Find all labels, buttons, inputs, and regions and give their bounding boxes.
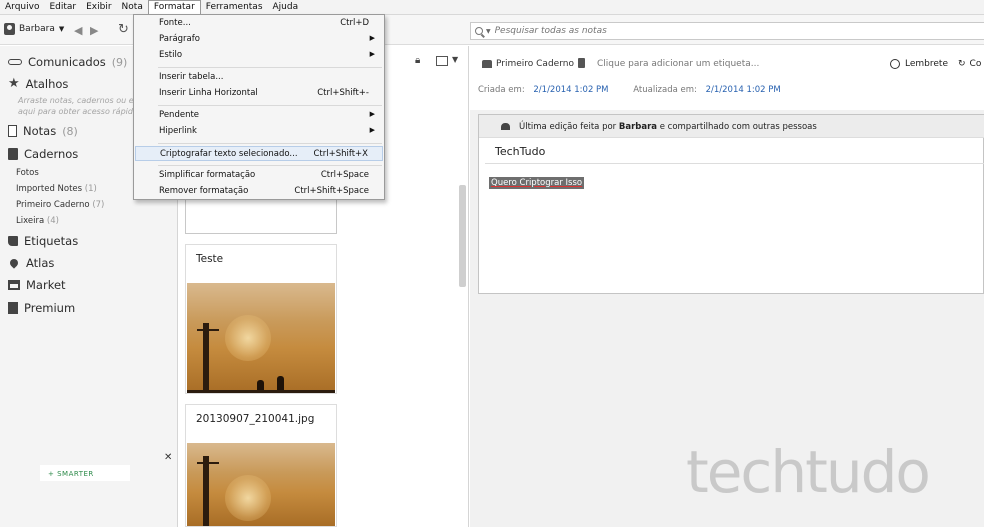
menu-item-simplificar[interactable]: Simplificar formatação Ctrl+Space — [135, 168, 383, 183]
shared-banner: Última edição feita por Barbara e compar… — [479, 115, 984, 138]
search-box[interactable]: ▼ — [470, 22, 984, 40]
sidebar-label: Comunicados — [28, 55, 106, 69]
watermark: techtudo — [686, 438, 931, 506]
sidebar-label: Notas — [23, 124, 57, 138]
market-icon — [8, 280, 20, 290]
menu-item-inserir-linha[interactable]: Inserir Linha Horizontal Ctrl+Shift+- — [135, 86, 383, 101]
sidebar-item-atlas[interactable]: Atlas — [8, 256, 54, 270]
divider — [485, 163, 984, 164]
sidebar-item-atalhos[interactable]: ★ Atalhos — [8, 77, 68, 91]
menu-arquivo[interactable]: Arquivo — [0, 0, 44, 14]
note-header: Primeiro Caderno ▼ Clique para adicionar… — [470, 46, 984, 110]
chevron-down-icon: ▼ — [58, 25, 65, 33]
ad-banner[interactable]: + SMARTER — [40, 465, 130, 481]
alarm-icon — [890, 59, 900, 69]
menu-bar: Arquivo Editar Exibir Nota Formatar Ferr… — [0, 0, 984, 15]
notebook-selector[interactable]: Primeiro Caderno ▼ — [482, 59, 583, 69]
search-icon — [475, 27, 483, 35]
menu-item-criptografar[interactable]: Criptografar texto selecionado... Ctrl+S… — [135, 146, 383, 161]
menu-item-estilo[interactable]: Estilo ▶ — [135, 48, 383, 63]
note-card[interactable]: 20130907_210041.jpg — [185, 404, 337, 527]
format-menu-dropdown: Fonte... Ctrl+D Parágrafo ▶ Estilo ▶ Ins… — [133, 14, 385, 200]
menu-item-fonte[interactable]: Fonte... Ctrl+D — [135, 16, 383, 31]
user-name: Barbara — [19, 24, 55, 34]
notebook-icon — [482, 60, 492, 68]
notebook-icon — [8, 148, 18, 160]
menu-formatar[interactable]: Formatar — [147, 0, 201, 14]
selected-text[interactable]: Quero Criptograr Isso — [489, 177, 585, 189]
notebook-item-fotos[interactable]: Fotos — [16, 168, 39, 178]
close-icon[interactable]: ✕ — [164, 452, 172, 463]
back-arrow-icon[interactable]: ◀ — [74, 24, 82, 37]
note-card-title: 20130907_210041.jpg — [196, 413, 315, 425]
share-icon: ↻ — [958, 59, 966, 69]
view-options-icon[interactable] — [436, 56, 448, 66]
sidebar-label: Atalhos — [25, 77, 69, 91]
menu-item-paragrafo[interactable]: Parágrafo ▶ — [135, 32, 383, 47]
menu-ferramentas[interactable]: Ferramentas — [201, 0, 268, 14]
map-pin-icon — [8, 257, 20, 269]
notebook-item-lixeira[interactable]: Lixeira (4) — [16, 216, 59, 226]
sidebar-item-market[interactable]: Market — [8, 278, 66, 292]
note-card[interactable]: Teste — [185, 244, 337, 394]
user-menu[interactable]: Barbara ▼ — [4, 23, 64, 35]
menu-separator — [158, 143, 382, 144]
menu-exibir[interactable]: Exibir — [81, 0, 116, 14]
menu-separator — [158, 105, 382, 106]
sidebar-count: (9) — [111, 55, 128, 69]
forward-arrow-icon[interactable]: ▶ — [90, 24, 98, 37]
note-title[interactable]: TechTudo — [495, 145, 545, 158]
star-icon: ★ — [8, 76, 20, 91]
sidebar-item-cadernos[interactable]: Cadernos — [8, 147, 78, 161]
notebook-item-primeiro-caderno[interactable]: Primeiro Caderno (7) — [16, 200, 104, 210]
menu-item-pendente[interactable]: Pendente ▶ — [135, 108, 383, 123]
sidebar-item-notas[interactable]: Notas (8) — [8, 124, 78, 138]
note-thumbnail — [187, 283, 335, 393]
user-icon — [4, 23, 15, 35]
reminder-button[interactable]: Lembrete — [890, 59, 948, 69]
sidebar-count: (8) — [62, 124, 78, 138]
menu-separator — [158, 67, 382, 68]
chevron-down-icon: ▼ — [486, 27, 491, 35]
tag-input[interactable]: Clique para adicionar um etiqueta... — [597, 59, 759, 69]
note-editor[interactable]: Última edição feita por Barbara e compar… — [478, 114, 984, 294]
lock-icon[interactable]: 🔒︎ — [415, 55, 420, 66]
menu-nota[interactable]: Nota — [117, 0, 148, 14]
notebook-item-imported-notes[interactable]: Imported Notes (1) — [16, 184, 97, 194]
premium-icon — [8, 302, 18, 314]
atalhos-hint: Arraste notas, cadernos ou etiq aqui par… — [18, 96, 145, 116]
sidebar-item-etiquetas[interactable]: Etiquetas — [8, 234, 78, 248]
glasses-icon — [8, 59, 22, 65]
note-card[interactable] — [185, 200, 337, 234]
share-button[interactable]: ↻ Co — [958, 59, 981, 69]
menu-item-hiperlink[interactable]: Hiperlink ▶ — [135, 124, 383, 139]
scrollbar[interactable] — [459, 185, 466, 287]
note-thumbnail — [187, 443, 335, 526]
chevron-right-icon: ▶ — [369, 110, 375, 118]
menu-editar[interactable]: Editar — [44, 0, 81, 14]
tag-icon — [578, 58, 585, 68]
menu-item-inserir-tabela[interactable]: Inserir tabela... — [135, 70, 383, 85]
shared-icon — [501, 123, 510, 130]
menu-item-remover-formatacao[interactable]: Remover formatação Ctrl+Shift+Space — [135, 184, 383, 199]
menu-separator — [158, 165, 382, 166]
tag-icon — [8, 236, 18, 246]
sync-icon[interactable]: ↻ — [118, 22, 129, 37]
sidebar-item-comunicados[interactable]: Comunicados (9) — [8, 55, 127, 69]
note-icon — [8, 125, 17, 137]
chevron-right-icon: ▶ — [369, 126, 375, 134]
search-input[interactable] — [494, 26, 895, 36]
note-dates: Criada em: 2/1/2014 1:02 PM Atualizada e… — [478, 85, 781, 95]
sidebar-item-premium[interactable]: Premium — [8, 301, 75, 315]
chevron-right-icon: ▶ — [369, 50, 375, 58]
note-card-title: Teste — [196, 253, 224, 265]
chevron-down-icon[interactable]: ▼ — [452, 55, 458, 64]
menu-ajuda[interactable]: Ajuda — [268, 0, 304, 14]
chevron-right-icon: ▶ — [369, 34, 375, 42]
sidebar-label: Cadernos — [24, 147, 79, 161]
